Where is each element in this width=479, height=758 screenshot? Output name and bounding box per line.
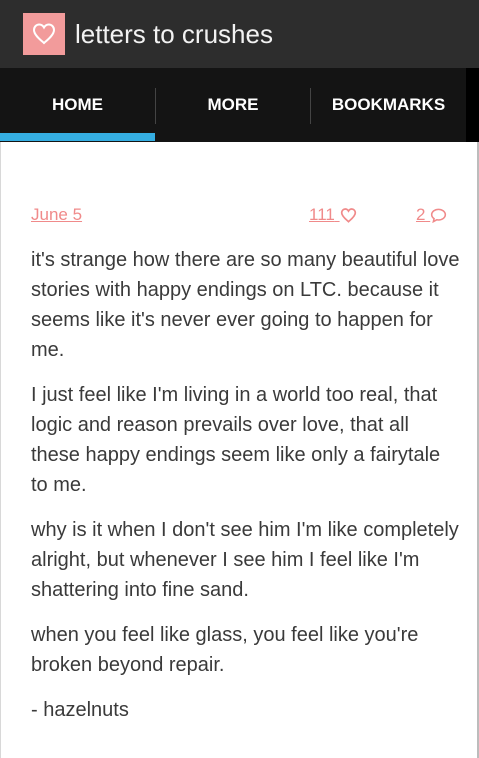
post-paragraph: why is it when I don't see him I'm like …	[31, 519, 459, 601]
post-body: it's strange how there are so many beaut…	[31, 245, 461, 740]
post-paragraph: it's strange how there are so many beaut…	[31, 249, 460, 361]
app-toolbar: letters to crushes	[0, 0, 479, 68]
comment-count: 2	[416, 205, 426, 224]
tab-bar-edge	[466, 68, 479, 142]
tab-home[interactable]: HOME	[0, 68, 155, 142]
post-signature: - hazelnuts	[31, 699, 129, 721]
comment-bubble-icon	[431, 208, 447, 224]
post-paragraph: when you feel like glass, you feel like …	[31, 624, 419, 676]
tab-bookmarks[interactable]: BOOKMARKS	[311, 68, 466, 142]
tab-more[interactable]: MORE	[156, 68, 310, 142]
comments-button[interactable]: 2	[416, 205, 447, 225]
post-paragraph: I just feel like I'm living in a world t…	[31, 384, 441, 496]
app-title: letters to crushes	[75, 19, 273, 49]
app-logo[interactable]	[23, 13, 65, 55]
like-count: 111	[309, 205, 335, 224]
post-date[interactable]: June 5	[31, 205, 82, 225]
heart-icon	[340, 208, 356, 223]
heart-icon	[32, 23, 56, 45]
like-button[interactable]: 111	[309, 205, 357, 225]
tab-bar: HOME MORE BOOKMARKS	[0, 68, 479, 143]
active-tab-indicator	[0, 133, 155, 141]
content-left-border	[0, 142, 1, 758]
